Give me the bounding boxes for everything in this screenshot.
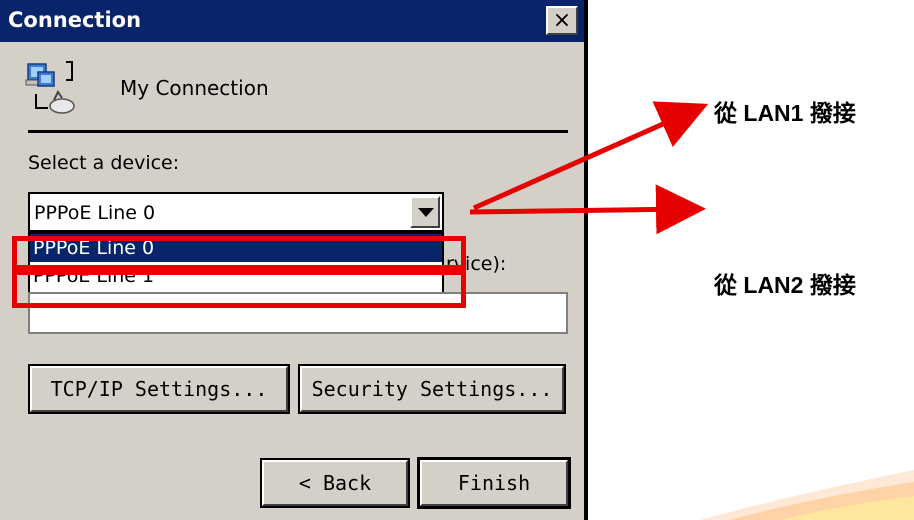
- arrow-to-lan1-note: [472, 101, 709, 211]
- arrow-to-lan2-note: [469, 184, 706, 235]
- lan1-note: 從 LAN1 撥接: [714, 100, 856, 126]
- decorative-swoosh: [700, 470, 914, 520]
- lan2-note: 從 LAN2 撥接: [714, 272, 856, 298]
- annotation-arrows: [469, 101, 709, 235]
